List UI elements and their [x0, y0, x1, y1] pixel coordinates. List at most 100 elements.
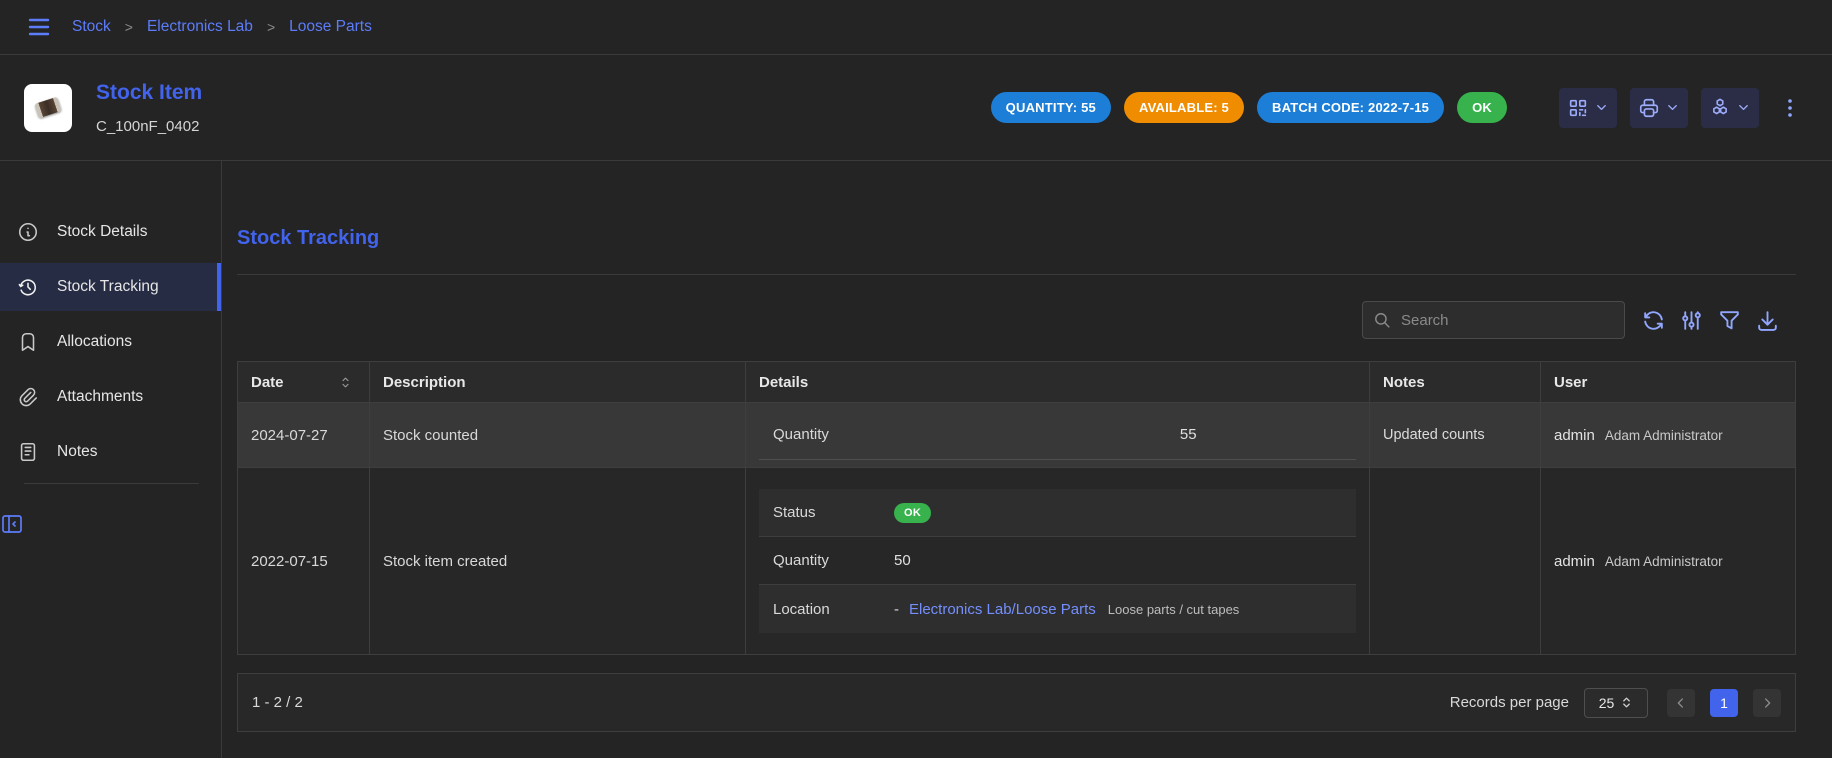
column-label: Details	[759, 374, 808, 391]
user-fullname: Adam Administrator	[1605, 554, 1723, 569]
column-label: Date	[251, 374, 284, 391]
detail-label: Location	[773, 601, 894, 618]
record-range: 1 - 2 / 2	[252, 694, 303, 711]
collapse-sidebar-icon[interactable]	[0, 512, 221, 536]
batch-code-badge: BATCH CODE: 2022-7-15	[1257, 92, 1444, 123]
next-page-button[interactable]	[1753, 689, 1781, 717]
stock-item-header: Stock Item C_100nF_0402 QUANTITY: 55 AVA…	[0, 55, 1832, 160]
section-heading: Stock Tracking	[237, 227, 1796, 250]
username: admin	[1554, 427, 1595, 444]
column-label: Notes	[1383, 374, 1425, 391]
breadcrumb: Stock > Electronics Lab > Loose Parts	[72, 18, 372, 36]
sidebar-item-notes[interactable]: Notes	[0, 428, 221, 476]
page-number: 1	[1720, 695, 1728, 711]
page-size-select[interactable]: 25	[1584, 688, 1648, 718]
table-toolbar	[237, 301, 1796, 339]
capacitor-image	[34, 97, 61, 119]
detail-dash: -	[894, 601, 899, 618]
stock-actions-button[interactable]	[1701, 88, 1759, 128]
print-actions-button[interactable]	[1630, 88, 1688, 128]
table-row[interactable]: 2024-07-27 Stock counted Quantity 55 Upd…	[238, 402, 1795, 467]
row-description: Stock counted	[383, 427, 478, 444]
sidebar-item-label: Stock Details	[57, 223, 147, 241]
details-subtable: Status OK Quantity 50 Location - Electro…	[759, 489, 1356, 633]
column-header-user: User	[1541, 362, 1795, 402]
printer-icon	[1638, 97, 1660, 119]
table-header-row: Date Description Details Notes	[238, 362, 1795, 402]
detail-value: 55	[1180, 426, 1197, 443]
bookmark-icon	[17, 331, 39, 353]
column-header-description[interactable]: Description	[370, 362, 746, 402]
username: admin	[1554, 553, 1595, 570]
page-title: Stock Item	[96, 81, 202, 105]
status-badges: QUANTITY: 55 AVAILABLE: 5 BATCH CODE: 20…	[991, 92, 1507, 123]
table-row[interactable]: 2022-07-15 Stock item created Status OK	[238, 467, 1795, 654]
column-label: User	[1554, 374, 1587, 391]
heading-divider	[237, 274, 1796, 275]
filter-icon[interactable]	[1717, 308, 1742, 333]
qrcode-icon	[1567, 97, 1589, 119]
detail-label: Quantity	[773, 552, 894, 569]
pagination-controls: Records per page 25 1	[1450, 688, 1781, 718]
sidebar-item-label: Attachments	[57, 388, 143, 406]
sidebar-item-label: Notes	[57, 443, 98, 461]
sidebar-item-stock-details[interactable]: Stock Details	[0, 208, 221, 256]
location-link[interactable]: Electronics Lab/Loose Parts	[909, 601, 1096, 618]
detail-value: 50	[894, 552, 911, 569]
table-footer: 1 - 2 / 2 Records per page 25	[237, 673, 1796, 732]
paperclip-icon	[17, 386, 39, 408]
detail-row-quantity: Quantity 55	[759, 411, 1356, 460]
sidebar-item-attachments[interactable]: Attachments	[0, 373, 221, 421]
download-icon[interactable]	[1755, 308, 1780, 333]
row-description: Stock item created	[383, 553, 507, 570]
detail-row-location: Location - Electronics Lab/Loose Parts L…	[759, 585, 1356, 633]
row-date: 2022-07-15	[251, 553, 328, 570]
part-name: C_100nF_0402	[96, 118, 202, 135]
chevron-down-icon	[1665, 100, 1680, 115]
search-input[interactable]	[1401, 312, 1614, 329]
notes-icon	[17, 441, 39, 463]
sidebar-item-label: Stock Tracking	[57, 278, 159, 296]
page-size-value: 25	[1599, 695, 1615, 711]
sidebar-item-allocations[interactable]: Allocations	[0, 318, 221, 366]
page-1-button[interactable]: 1	[1710, 689, 1738, 717]
column-header-notes: Notes	[1370, 362, 1541, 402]
stock-item-thumbnail[interactable]	[24, 84, 72, 132]
barcode-actions-button[interactable]	[1559, 88, 1617, 128]
sidebar: Stock Details Stock Tracking Allocations	[0, 161, 222, 758]
row-date: 2024-07-27	[251, 427, 328, 444]
sidebar-item-label: Allocations	[57, 333, 132, 351]
hamburger-menu-icon[interactable]	[24, 15, 54, 39]
info-circle-icon	[17, 221, 39, 243]
search-box	[1362, 301, 1625, 339]
chevron-left-icon	[1673, 695, 1689, 711]
breadcrumb-electronics-lab[interactable]: Electronics Lab	[147, 18, 253, 36]
header-actions	[1559, 88, 1802, 128]
column-header-date[interactable]: Date	[238, 362, 370, 402]
search-icon	[1373, 311, 1392, 330]
breadcrumb-separator: >	[267, 19, 275, 35]
detail-row-status: Status OK	[759, 489, 1356, 537]
stock-tracking-table: Date Description Details Notes	[237, 361, 1796, 655]
detail-label: Quantity	[773, 426, 894, 443]
previous-page-button[interactable]	[1667, 689, 1695, 717]
refresh-icon[interactable]	[1641, 308, 1666, 333]
breadcrumb-loose-parts[interactable]: Loose Parts	[289, 18, 372, 36]
dots-vertical-icon[interactable]	[1778, 96, 1802, 120]
detail-label: Status	[773, 504, 894, 521]
location-description: Loose parts / cut tapes	[1108, 602, 1240, 617]
chevron-down-icon	[1736, 100, 1751, 115]
sidebar-item-stock-tracking[interactable]: Stock Tracking	[0, 263, 221, 311]
main-content: Stock Tracking	[222, 161, 1832, 758]
ok-status-badge: OK	[1457, 92, 1507, 123]
breadcrumb-separator: >	[125, 19, 133, 35]
adjustments-icon[interactable]	[1679, 308, 1704, 333]
quantity-badge: QUANTITY: 55	[991, 92, 1111, 123]
stock-cubes-icon	[1709, 97, 1731, 119]
top-navigation-bar: Stock > Electronics Lab > Loose Parts	[0, 0, 1832, 55]
sidebar-divider	[24, 483, 199, 484]
column-header-details: Details	[746, 362, 1370, 402]
records-per-page-label: Records per page	[1450, 694, 1569, 711]
breadcrumb-stock[interactable]: Stock	[72, 18, 111, 36]
chevron-down-icon	[1594, 100, 1609, 115]
